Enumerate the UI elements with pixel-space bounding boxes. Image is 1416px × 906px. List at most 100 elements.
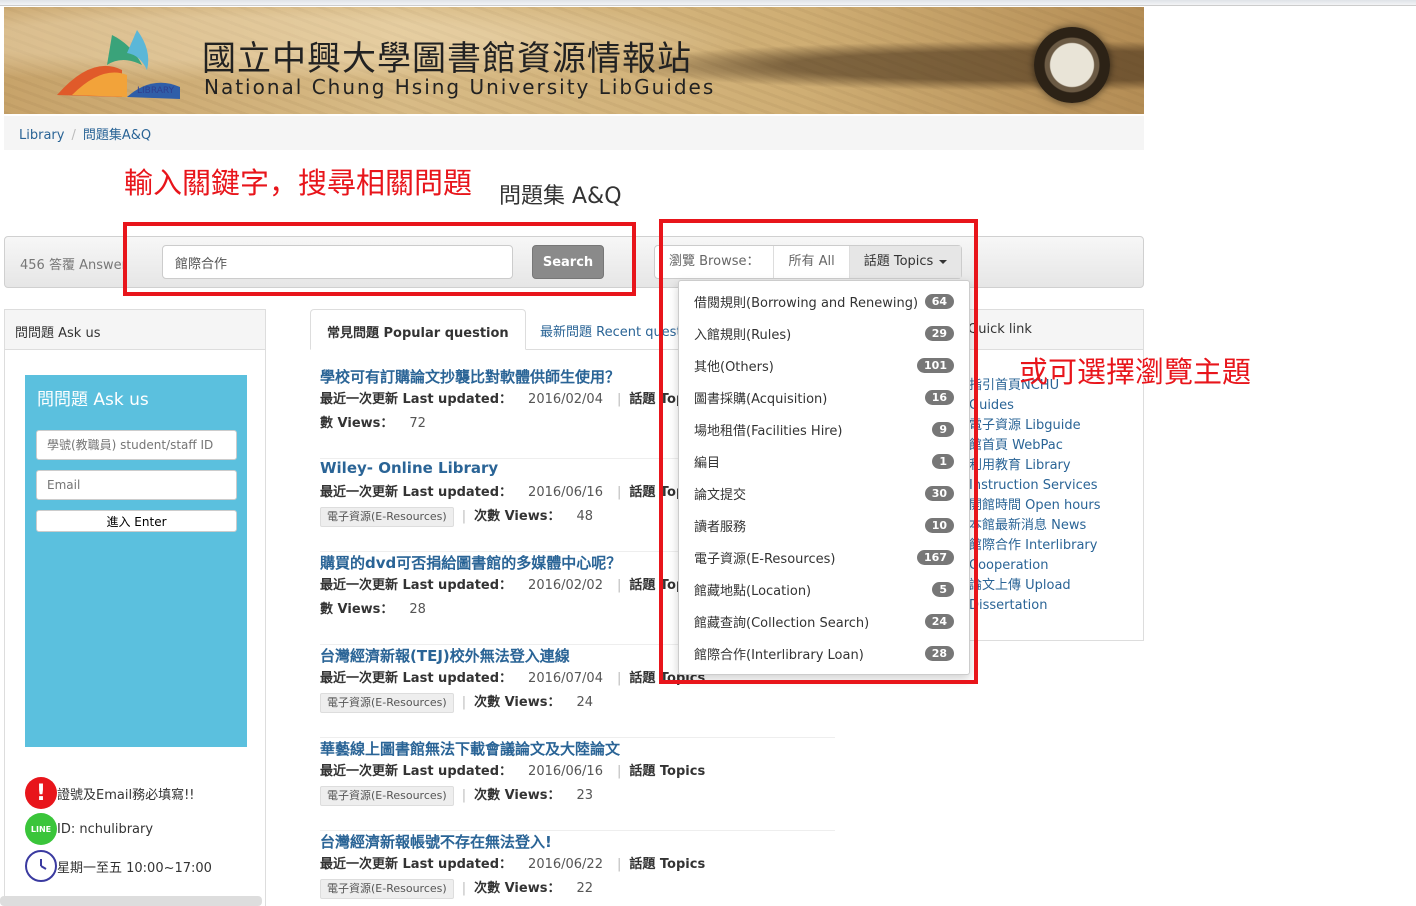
dropdown-item[interactable]: 借閱規則(Borrowing and Renewing) 64 <box>679 285 969 317</box>
updated-date: 2016/06/16 <box>528 485 603 500</box>
views-label: 數 Views： <box>320 416 394 431</box>
views-label: 次數 Views： <box>474 509 561 524</box>
list-item: 台灣經濟新報帳號不存在無法登入! 最近一次更新 Last updated： 201… <box>320 831 835 906</box>
count-badge: 167 <box>917 549 954 565</box>
dropdown-item[interactable]: 館藏地點(Location) 5 <box>679 573 969 605</box>
quick-link[interactable]: Dissertation <box>969 596 1143 616</box>
count-badge: 101 <box>917 357 954 373</box>
banner-title-zh: 國立中興大學圖書館資源情報站 <box>202 39 692 79</box>
hours-text: 星期一至五 10:00~17:00 <box>57 860 212 876</box>
views-count: 48 <box>576 509 594 524</box>
dropdown-item-label: 論文提交 <box>694 487 747 503</box>
dropdown-item[interactable]: 編目 1 <box>679 445 969 477</box>
views-count: 22 <box>576 881 594 896</box>
search-button[interactable]: Search <box>532 245 604 279</box>
updated-date: 2016/06/22 <box>528 857 603 872</box>
count-badge: 29 <box>924 325 954 341</box>
library-logo-icon: LIBRARY <box>57 30 180 99</box>
ask-panel: 問問題 Ask us 問問題 Ask us 進入 Enter ! 證號及Emai… <box>4 309 266 906</box>
dropdown-item[interactable]: 讀者服務 10 <box>679 509 969 541</box>
quick-link[interactable]: 論文上傳 Upload <box>969 576 1143 596</box>
dropdown-item-label: 讀者服務 <box>694 519 747 535</box>
annotation-search-hint: 輸入關鍵字，搜尋相關問題 <box>124 166 473 200</box>
updated-label: 最近一次更新 Last updated： <box>320 671 513 686</box>
updated-label: 最近一次更新 Last updated： <box>320 485 513 500</box>
views-label: 次數 Views： <box>474 695 561 710</box>
topic-tag[interactable]: 電子資源(E-Resources) <box>320 507 454 527</box>
dropdown-item-label: 圖書採購(Acquisition) <box>694 391 828 407</box>
question-views: 電子資源(E-Resources) | 次數 Views： 22 <box>320 877 835 901</box>
dropdown-item[interactable]: 其他(Others) 101 <box>679 349 969 381</box>
breadcrumb-library[interactable]: Library <box>19 128 64 143</box>
views-count: 23 <box>576 788 594 803</box>
count-badge: 9 <box>932 421 954 437</box>
topics-label: 話題 Topics <box>629 764 706 779</box>
question-title[interactable]: 台灣經濟新報帳號不存在無法登入! <box>320 831 835 853</box>
count-badge: 10 <box>924 517 954 533</box>
count-badge: 1 <box>932 453 954 469</box>
count-badge: 5 <box>932 581 954 597</box>
answer-count: 456 答覆 Answers <box>20 258 125 273</box>
horizontal-scrollbar[interactable] <box>0 896 262 906</box>
count-badge: 16 <box>924 389 954 405</box>
topic-tag[interactable]: 電子資源(E-Resources) <box>320 879 454 899</box>
dropdown-item[interactable]: 館際合作(Interlibrary Loan) 28 <box>679 637 969 669</box>
dropdown-item-label: 電子資源(E-Resources) <box>694 551 836 567</box>
enter-button[interactable]: 進入 Enter <box>36 510 237 532</box>
browser-top-edge <box>0 0 1416 6</box>
quick-link[interactable]: 電子資源 Libguide <box>969 416 1143 436</box>
quick-link[interactable]: 館首頁 WebPac <box>969 436 1143 456</box>
topics-label: 話題 Topics <box>863 254 934 269</box>
quick-link[interactable]: 開館時間 Open hours <box>969 496 1143 516</box>
line-id-text: ID: nchulibrary <box>57 821 154 837</box>
question-views: 電子資源(E-Resources) | 次數 Views： 24 <box>320 691 835 715</box>
browse-all-button[interactable]: 所有 All <box>774 246 850 278</box>
topic-tag[interactable]: 電子資源(E-Resources) <box>320 786 454 806</box>
exclamation-icon: ! <box>25 777 57 809</box>
count-badge: 30 <box>924 485 954 501</box>
dropdown-item-label: 館際合作(Interlibrary Loan) <box>694 647 864 663</box>
dropdown-item[interactable]: 入館規則(Rules) 29 <box>679 317 969 349</box>
warning-text: 證號及Email務必填寫!! <box>57 787 195 803</box>
quick-link[interactable]: Instruction Services <box>969 476 1143 496</box>
dropdown-item[interactable]: 論文提交 30 <box>679 477 969 509</box>
count-badge: 24 <box>924 613 954 629</box>
dropdown-item-label: 場地租借(Facilities Hire) <box>694 423 843 439</box>
dropdown-item[interactable]: 圖書採購(Acquisition) 16 <box>679 381 969 413</box>
email-input[interactable] <box>36 470 237 500</box>
quick-link[interactable]: 本館最新消息 News <box>969 516 1143 536</box>
count-badge: 64 <box>924 293 954 309</box>
breadcrumb-separator: / <box>71 128 76 143</box>
separator: | <box>461 788 467 803</box>
line-row: LINE ID: nchulibrary <box>25 813 153 845</box>
question-meta: 最近一次更新 Last updated： 2016/06/22 | 話題 Topics <box>320 853 835 877</box>
ask-form: 問問題 Ask us 進入 Enter <box>25 375 247 747</box>
updated-date: 2016/02/02 <box>528 578 603 593</box>
topic-tag[interactable]: 電子資源(E-Resources) <box>320 693 454 713</box>
ask-panel-title: 問問題 Ask us <box>5 310 265 350</box>
dropdown-item[interactable]: 館藏查詢(Collection Search) 24 <box>679 605 969 637</box>
warning-row: ! 證號及Email務必填寫!! <box>25 777 195 809</box>
quick-link[interactable]: Cooperation <box>969 556 1143 576</box>
dropdown-item-label: 編目 <box>694 455 721 471</box>
separator: | <box>461 509 467 524</box>
views-label: 次數 Views： <box>474 788 561 803</box>
quick-link[interactable]: Guides <box>969 396 1143 416</box>
dropdown-item[interactable]: 場地租借(Facilities Hire) 9 <box>679 413 969 445</box>
search-input[interactable] <box>162 245 513 279</box>
svg-text:LIBRARY: LIBRARY <box>137 86 175 96</box>
quick-link[interactable]: 利用教育 Library <box>969 456 1143 476</box>
page-title: 問題集 A&Q <box>499 184 622 209</box>
updated-label: 最近一次更新 Last updated： <box>320 857 513 872</box>
quick-link[interactable]: 館際合作 Interlibrary <box>969 536 1143 556</box>
student-id-input[interactable] <box>36 430 237 460</box>
views-count: 24 <box>576 695 594 710</box>
breadcrumb-faq[interactable]: 問題集A&Q <box>83 128 151 143</box>
views-count: 28 <box>409 602 426 617</box>
tab-popular[interactable]: 常見問題 Popular question <box>310 309 526 350</box>
question-title[interactable]: 華藝線上圖書館無法下載會議論文及大陸論文 <box>320 738 835 760</box>
dropdown-item[interactable]: 電子資源(E-Resources) 167 <box>679 541 969 573</box>
separator: | <box>616 857 622 872</box>
browse-topics-button[interactable]: 話題 Topics <box>849 246 962 278</box>
search-toolbar: 456 答覆 Answers Search 瀏覽 Browse： 所有 All … <box>4 236 1144 288</box>
